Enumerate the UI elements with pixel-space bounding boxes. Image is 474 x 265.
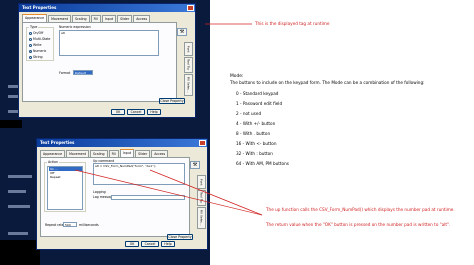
- annotation-top: This is the displayed tag at runtime: [255, 21, 330, 26]
- text-properties-dialog-1: Text Properties Appearance Movement Scal…: [18, 3, 196, 118]
- expression-browse-icon[interactable]: ⚒: [177, 28, 187, 36]
- tab-movement[interactable]: Movement: [48, 15, 72, 22]
- radio-icon: [29, 37, 32, 41]
- hmi-value-cell: [8, 205, 30, 208]
- side-tab-fill-select[interactable]: Fill Selec...: [184, 74, 193, 96]
- tab-appearance[interactable]: Appearance: [40, 150, 66, 157]
- tab-fill[interactable]: Fill: [108, 150, 119, 157]
- radio-label: On/Off: [33, 31, 44, 35]
- dialog-title: Text Properties: [22, 5, 57, 10]
- radio-write[interactable]: Write: [29, 43, 41, 47]
- radio-on-off[interactable]: On/Off: [29, 31, 43, 35]
- log-message-field[interactable]: [111, 195, 185, 200]
- text-properties-dialog-2: Text Properties Appearance Movement Scal…: [36, 138, 208, 250]
- radio-numeric[interactable]: Numeric: [29, 49, 46, 53]
- tab-access[interactable]: Access: [133, 15, 151, 22]
- annotation-bottom-1: The up function calls the CSV_Form_NumPa…: [266, 207, 455, 212]
- logging-label: Logging: [93, 190, 106, 194]
- format-label: Format: [59, 71, 71, 75]
- format-select[interactable]: Default: [73, 70, 93, 75]
- help-button[interactable]: Help: [147, 109, 161, 115]
- close-property-button[interactable]: Close Property: [159, 98, 185, 104]
- radio-label: String: [33, 55, 43, 59]
- radio-string[interactable]: String: [29, 55, 43, 59]
- tab-strip: Appearance Movement Scaling Fill Input S…: [22, 14, 151, 22]
- mode-item: 16 - With <- button: [236, 141, 277, 146]
- tab-appearance[interactable]: Appearance: [22, 14, 48, 22]
- tab-fill[interactable]: Fill: [90, 15, 101, 22]
- type-group: Type On/Off Multi-State Write Numeric St…: [26, 25, 54, 61]
- tab-pane: Type On/Off Multi-State Write Numeric St…: [22, 22, 177, 102]
- titlebar: Text Properties: [19, 4, 195, 12]
- radio-selected-icon: [29, 49, 32, 53]
- close-property-button[interactable]: Close Property: [167, 234, 193, 240]
- side-tab-font[interactable]: Font: [197, 175, 206, 189]
- mode-item: 0 - Standard keypad: [236, 91, 279, 96]
- mode-item: 2 - not used: [236, 111, 262, 116]
- mode-item: 8 - With . button: [236, 131, 271, 136]
- radio-icon: [29, 31, 32, 35]
- mode-item: 4 - With +/- button: [236, 121, 276, 126]
- up-command-field[interactable]: alt = CSV_Form_NumPad("form", "AL1");: [93, 163, 185, 185]
- close-icon[interactable]: [187, 5, 194, 11]
- hmi-value-cell: [8, 190, 26, 193]
- mode-description: The buttons to include on the keypad for…: [230, 80, 425, 85]
- repeat-units-label: milliseconds: [79, 223, 99, 227]
- side-tabs: Font Tool Tip Fill Selec...: [197, 175, 206, 230]
- action-item-repeat[interactable]: Repeat: [49, 175, 82, 179]
- radio-label: Multi-State: [33, 37, 51, 41]
- expression-label: Numeric expression: [59, 25, 91, 29]
- tab-slider[interactable]: Slider: [117, 15, 133, 22]
- titlebar: Text Properties: [37, 139, 207, 147]
- side-tab-tooltip[interactable]: Tool Tip: [184, 57, 193, 73]
- tab-access[interactable]: Access: [151, 150, 169, 157]
- action-list[interactable]: On ... Off Repeat: [47, 166, 83, 210]
- hmi-value-cell: [8, 232, 28, 235]
- numeric-expression-field[interactable]: alt: [59, 30, 159, 56]
- ok-button[interactable]: OK: [125, 241, 139, 247]
- annotation-bottom-2: The return value when the "OK" button is…: [266, 222, 451, 227]
- dialog-title: Text Properties: [40, 140, 75, 145]
- type-group-label: Type: [29, 25, 39, 29]
- radio-label: Write: [33, 43, 42, 47]
- side-tabs: Font Tool Tip Fill Selec...: [184, 42, 193, 97]
- cancel-button[interactable]: Cancel: [141, 241, 159, 247]
- action-group: Action On ... Off Repeat: [44, 160, 86, 212]
- side-tab-font[interactable]: Font: [184, 42, 193, 56]
- hmi-value-cell: [8, 175, 32, 178]
- tab-scaling[interactable]: Scaling: [90, 150, 108, 157]
- cancel-button[interactable]: Cancel: [127, 109, 145, 115]
- side-tab-tooltip[interactable]: Tool Tip: [197, 190, 206, 206]
- repeat-rate-label: Repeat rate: [45, 223, 64, 227]
- side-tab-fill-select[interactable]: Fill Selec...: [197, 207, 206, 229]
- radio-label: Numeric: [33, 49, 47, 53]
- hmi-block: [0, 120, 22, 128]
- tab-strip: Appearance Movement Scaling Fill Input S…: [40, 149, 169, 157]
- tab-input[interactable]: Input: [119, 149, 135, 157]
- mode-item: 64 - With AM, PM buttons: [236, 161, 289, 166]
- mode-item: 1 - Password edit field: [236, 101, 283, 106]
- help-button[interactable]: Help: [161, 241, 175, 247]
- radio-multi-state[interactable]: Multi-State: [29, 37, 50, 41]
- tab-movement[interactable]: Movement: [66, 150, 90, 157]
- close-icon[interactable]: [199, 140, 206, 146]
- tab-scaling[interactable]: Scaling: [72, 15, 90, 22]
- hmi-block: [0, 240, 40, 265]
- command-browse-icon[interactable]: ⚒: [190, 161, 200, 169]
- radio-icon: [29, 55, 32, 59]
- action-group-label: Action: [47, 160, 59, 164]
- ok-button[interactable]: OK: [111, 109, 125, 115]
- repeat-rate-field[interactable]: 500: [63, 222, 77, 227]
- radio-icon: [29, 43, 32, 47]
- tab-pane: Action On ... Off Repeat Up command alt …: [40, 157, 190, 237]
- mode-item: 32 - With : button: [236, 151, 273, 156]
- tab-slider[interactable]: Slider: [135, 150, 151, 157]
- tab-input[interactable]: Input: [101, 15, 117, 22]
